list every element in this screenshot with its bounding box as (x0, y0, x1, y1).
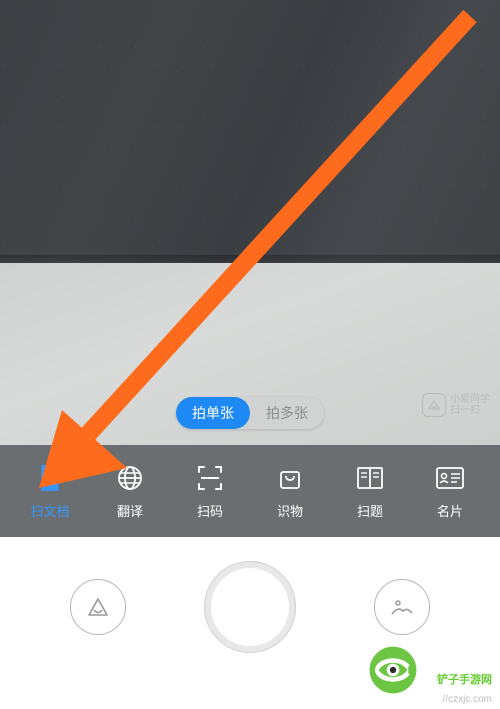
watermark-line1: 铲子手游网 (437, 673, 492, 687)
mode-qrcode[interactable]: 扫码 (180, 463, 240, 520)
mode-businesscard[interactable]: 名片 (420, 463, 480, 520)
xiaoai-scan-button[interactable]: 小爱同学 扫一扫 (422, 393, 490, 417)
gallery-icon (388, 593, 416, 621)
mode-label: 扫题 (357, 501, 383, 520)
mode-label: 翻译 (117, 501, 143, 520)
mode-label: 识物 (277, 501, 303, 520)
mode-label: 扫文档 (30, 501, 69, 520)
book-icon (355, 463, 385, 493)
site-watermark-url: //czxjc.com (443, 694, 492, 705)
document-icon (35, 463, 65, 493)
ai-mode-button[interactable] (70, 579, 126, 635)
mode-translate[interactable]: 翻译 (100, 463, 160, 520)
shutter-button[interactable] (205, 562, 295, 652)
mode-label: 名片 (437, 501, 463, 520)
shot-single-button[interactable]: 拍单张 (176, 397, 250, 429)
mode-scan-document[interactable]: 扫文档 (20, 463, 80, 520)
viewfinder-surface-dark (0, 0, 500, 263)
bag-icon (275, 463, 305, 493)
scan-mode-bar: 扫文档 翻译 扫码 识物 扫题 (0, 445, 500, 537)
camera-viewfinder[interactable] (0, 0, 500, 445)
gallery-button[interactable] (374, 579, 430, 635)
globe-icon (115, 463, 145, 493)
site-watermark-logo (366, 643, 420, 697)
scan-icon (195, 463, 225, 493)
mode-label: 扫码 (197, 501, 223, 520)
xiaoai-logo-icon (422, 393, 446, 417)
card-icon (435, 463, 465, 493)
mode-homework[interactable]: 扫题 (340, 463, 400, 520)
shot-multi-button[interactable]: 拍多张 (250, 397, 324, 429)
xiaoai-label: 小爱同学 扫一扫 (450, 394, 490, 416)
xiaoai-line2: 扫一扫 (450, 405, 490, 416)
shot-mode-toggle: 拍单张 拍多张 (176, 397, 324, 429)
xiaoai-line1: 小爱同学 (450, 394, 490, 405)
camera-app: 拍单张 拍多张 小爱同学 扫一扫 扫文档 翻译 扫码 (0, 0, 500, 709)
shutter-bar (0, 537, 500, 677)
mode-identify[interactable]: 识物 (260, 463, 320, 520)
site-watermark-name: 铲子手游网 (437, 673, 492, 687)
ai-logo-icon (84, 593, 112, 621)
